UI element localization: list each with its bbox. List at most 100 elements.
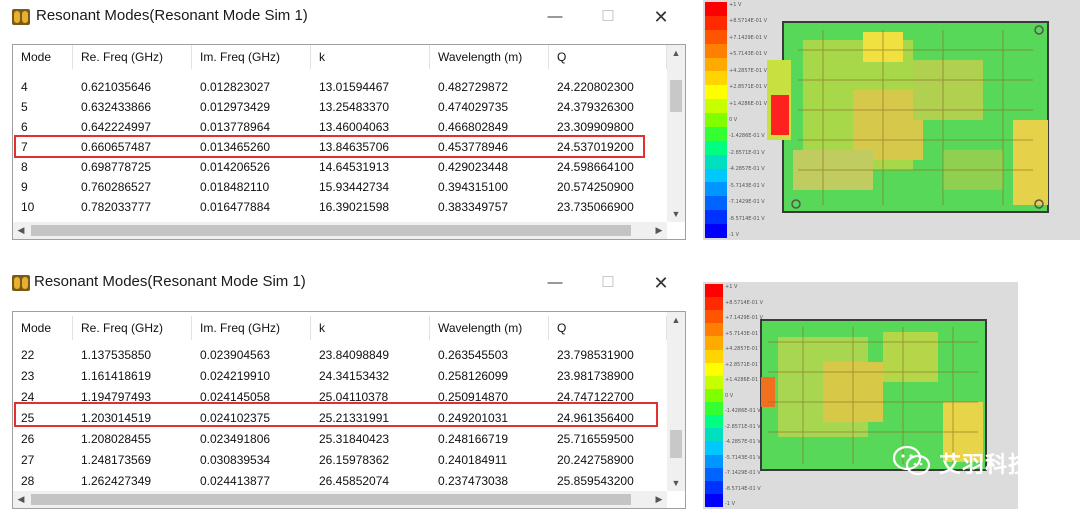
title-bar[interactable]: Resonant Modes(Resonant Mode Sim 1) — ☐ …	[0, 266, 700, 300]
cell-re-freq: 1.161418619	[81, 369, 152, 383]
cell-re-freq: 0.782033777	[81, 200, 152, 214]
cell-mode: 8	[21, 160, 28, 174]
cell-im-freq: 0.016477884	[200, 200, 271, 214]
scroll-thumb-horizontal[interactable]	[31, 225, 631, 236]
scroll-right-arrow-icon[interactable]: ▶	[651, 491, 667, 508]
column-header-im-freq[interactable]: Im. Freq (GHz)	[192, 316, 311, 340]
cell-q: 23.735066900	[557, 200, 634, 214]
cell-wavelength: 0.237473038	[438, 474, 509, 488]
cell-re-freq: 1.208028455	[81, 432, 152, 446]
cell-im-freq: 0.024102375	[200, 411, 271, 425]
column-header-k[interactable]: k	[311, 45, 430, 69]
table-row[interactable]: 26 1.208028455 0.023491806 25.31840423 0.248…	[13, 429, 667, 449]
cell-wavelength: 0.474029735	[438, 100, 509, 114]
close-button[interactable]: ✕	[646, 272, 676, 294]
cell-mode: 5	[21, 100, 28, 114]
cell-k: 26.15978362	[319, 453, 390, 467]
resonant-modes-window-1: Resonant Modes(Resonant Mode Sim 1) — ☐ …	[0, 0, 700, 240]
cell-k: 13.46004063	[319, 120, 390, 134]
table-row-selected[interactable]: 7 0.660657487 0.013465260 13.84635706 0.4537…	[13, 137, 667, 157]
table-row[interactable]: 22 1.137535850 0.023904563 23.84098849 0.263…	[13, 345, 667, 365]
cell-k: 13.01594467	[319, 80, 390, 94]
table-row[interactable]: 6 0.642224997 0.013778964 13.46004063 0.4668…	[13, 117, 667, 137]
column-header-re-freq[interactable]: Re. Freq (GHz)	[73, 45, 192, 69]
cell-re-freq: 1.194797493	[81, 390, 152, 404]
scroll-thumb[interactable]	[670, 80, 682, 112]
table-row[interactable]: 5 0.632433866 0.012973429 13.25483370 0.4740…	[13, 97, 667, 117]
cell-mode: 7	[21, 140, 28, 154]
column-header-wavelength[interactable]: Wavelength (m)	[430, 316, 549, 340]
table-row[interactable]: 9 0.760286527 0.018482110 15.93442734 0.3943…	[13, 177, 667, 197]
table-row[interactable]: 8 0.698778725 0.014206526 14.64531913 0.4290…	[13, 157, 667, 177]
minimize-button[interactable]: —	[540, 6, 570, 28]
watermark-text: 艾羽科技	[939, 453, 1032, 478]
maximize-button[interactable]: ☐	[593, 6, 623, 28]
column-header-im-freq[interactable]: Im. Freq (GHz)	[192, 45, 311, 69]
vertical-scrollbar[interactable]: ▲ ▼	[667, 45, 685, 222]
cell-re-freq: 0.760286527	[81, 180, 152, 194]
cell-mode: 6	[21, 120, 28, 134]
column-header-wavelength[interactable]: Wavelength (m)	[430, 45, 549, 69]
cell-wavelength: 0.263545503	[438, 348, 509, 362]
cell-re-freq: 0.621035646	[81, 80, 152, 94]
maximize-button[interactable]: ☐	[593, 272, 623, 294]
minimize-button[interactable]: —	[540, 272, 570, 294]
table-row[interactable]: 4 0.621035646 0.012823027 13.01594467 0.4827…	[13, 77, 667, 97]
scroll-right-arrow-icon[interactable]: ▶	[651, 222, 667, 239]
cell-re-freq: 1.137535850	[81, 348, 152, 362]
column-header-mode[interactable]: Mode	[13, 316, 73, 340]
scroll-up-arrow-icon[interactable]: ▲	[667, 45, 685, 61]
column-header-re-freq[interactable]: Re. Freq (GHz)	[73, 316, 192, 340]
column-header-q[interactable]: Q	[549, 45, 667, 69]
resonant-modes-window-2: Resonant Modes(Resonant Mode Sim 1) — ☐ …	[0, 266, 700, 509]
cell-k: 25.21331991	[319, 411, 390, 425]
table-row[interactable]: 10 0.782033777 0.016477884 16.39021598 0.383…	[13, 197, 667, 217]
cell-im-freq: 0.018482110	[200, 180, 270, 194]
table-row-selected[interactable]: 25 1.203014519 0.024102375 25.21331991 0.249…	[13, 408, 667, 428]
cell-mode: 28	[21, 474, 35, 488]
close-button[interactable]: ✕	[646, 6, 676, 28]
cell-wavelength: 0.453778946	[438, 140, 509, 154]
field-plot-image-1: +1 V +8.5714E-01 V +7.1429E-01 V +5.7143E-0…	[703, 0, 1080, 240]
scroll-down-arrow-icon[interactable]: ▼	[667, 206, 685, 222]
horizontal-scrollbar[interactable]: ◀ ▶	[13, 222, 667, 239]
cell-wavelength: 0.240184911	[438, 453, 508, 467]
cell-re-freq: 0.660657487	[81, 140, 152, 154]
scroll-thumb-horizontal[interactable]	[31, 494, 631, 505]
cell-k: 13.84635706	[319, 140, 390, 154]
cell-im-freq: 0.023904563	[200, 348, 271, 362]
cell-im-freq: 0.024413877	[200, 474, 271, 488]
scroll-thumb[interactable]	[670, 430, 682, 458]
cell-wavelength: 0.258126099	[438, 369, 509, 383]
cell-q: 20.242758900	[557, 453, 634, 467]
cell-q: 24.220802300	[557, 80, 634, 94]
cell-q: 23.309909800	[557, 120, 634, 134]
vertical-scrollbar[interactable]: ▲ ▼	[667, 312, 685, 491]
table-row[interactable]: 23 1.161418619 0.024219910 24.34153432 0.258…	[13, 366, 667, 386]
cell-im-freq: 0.013778964	[200, 120, 271, 134]
scroll-left-arrow-icon[interactable]: ◀	[13, 491, 29, 508]
cell-k: 14.64531913	[319, 160, 390, 174]
scroll-up-arrow-icon[interactable]: ▲	[667, 312, 685, 328]
cell-im-freq: 0.024145058	[200, 390, 271, 404]
cell-q: 24.747122700	[557, 390, 634, 404]
table-row[interactable]: 28 1.262427349 0.024413877 26.45852074 0.237…	[13, 471, 667, 491]
cell-wavelength: 0.466802849	[438, 120, 509, 134]
cell-q: 23.981738900	[557, 369, 634, 383]
horizontal-scrollbar[interactable]: ◀ ▶	[13, 491, 667, 508]
cell-q: 25.716559500	[557, 432, 634, 446]
cell-im-freq: 0.012823027	[200, 80, 271, 94]
column-header-q[interactable]: Q	[549, 316, 667, 340]
scroll-down-arrow-icon[interactable]: ▼	[667, 475, 685, 491]
title-bar[interactable]: Resonant Modes(Resonant Mode Sim 1) — ☐ …	[0, 0, 700, 34]
table-row[interactable]: 24 1.194797493 0.024145058 25.04110378 0.250…	[13, 387, 667, 407]
cell-wavelength: 0.482729872	[438, 80, 509, 94]
cell-re-freq: 1.248173569	[81, 453, 152, 467]
cell-k: 25.31840423	[319, 432, 390, 446]
scroll-left-arrow-icon[interactable]: ◀	[13, 222, 29, 239]
column-header-mode[interactable]: Mode	[13, 45, 73, 69]
column-header-k[interactable]: k	[311, 316, 430, 340]
cell-k: 13.25483370	[319, 100, 390, 114]
table-row[interactable]: 27 1.248173569 0.030839534 26.15978362 0.240…	[13, 450, 667, 470]
cell-q: 23.798531900	[557, 348, 634, 362]
